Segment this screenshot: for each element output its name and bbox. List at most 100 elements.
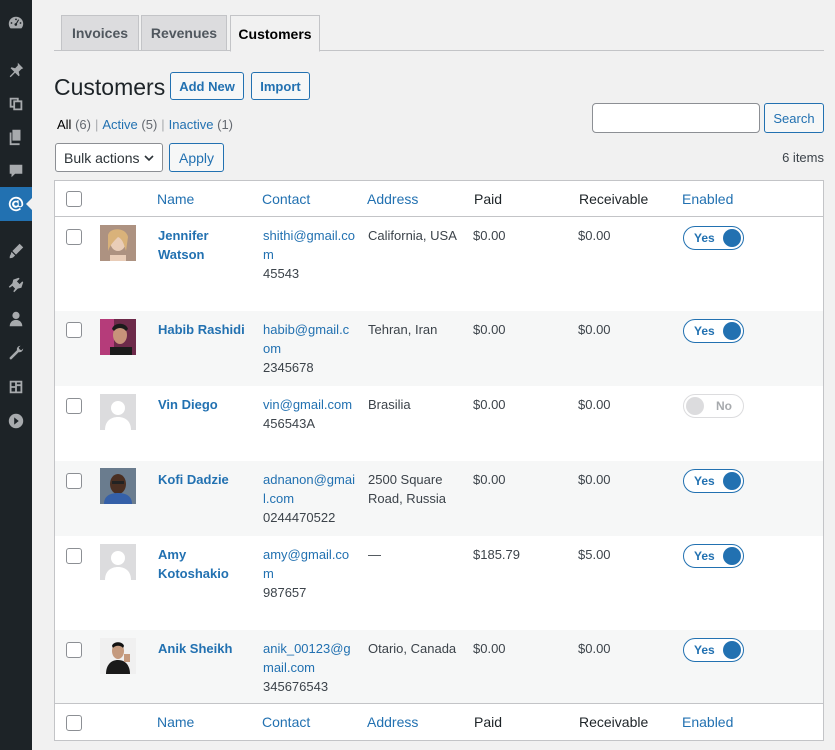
tab-customers[interactable]: Customers bbox=[230, 15, 320, 52]
avatar bbox=[100, 394, 136, 430]
avatar bbox=[100, 225, 136, 261]
enabled-toggle[interactable]: Yes bbox=[683, 469, 744, 493]
customer-email-link[interactable]: amy@gmail.com bbox=[263, 545, 355, 583]
customer-paid: $0.00 bbox=[473, 641, 506, 656]
customer-receivable: $0.00 bbox=[578, 397, 611, 412]
customer-name-link[interactable]: Kofi Dadzie bbox=[158, 470, 248, 489]
customer-address: — bbox=[368, 547, 381, 562]
column-enabled[interactable]: Enabled bbox=[682, 714, 733, 730]
plugins-icon[interactable] bbox=[0, 268, 32, 302]
customer-contact: shithi@gmail.com 45543 bbox=[263, 226, 355, 283]
column-contact[interactable]: Contact bbox=[262, 714, 310, 730]
customer-name-link[interactable]: Amy Kotoshakio bbox=[158, 545, 248, 583]
customer-phone: 45543 bbox=[263, 266, 300, 281]
column-paid: Paid bbox=[474, 191, 503, 207]
tools-icon[interactable] bbox=[0, 336, 32, 370]
customer-paid: $0.00 bbox=[473, 228, 506, 243]
chevron-down-icon bbox=[144, 155, 154, 162]
apply-button[interactable]: Apply bbox=[169, 143, 224, 172]
toggle-knob bbox=[723, 641, 741, 659]
customers-table: Name Contact Address Paid Receivable Ena… bbox=[54, 180, 824, 741]
column-enabled[interactable]: Enabled bbox=[682, 191, 733, 207]
row-checkbox[interactable] bbox=[66, 229, 82, 245]
row-checkbox[interactable] bbox=[66, 398, 82, 414]
tab-bar: Invoices Revenues Customers bbox=[54, 15, 824, 52]
customer-paid: $0.00 bbox=[473, 322, 506, 337]
customer-email-link[interactable]: shithi@gmail.com bbox=[263, 226, 355, 264]
customer-paid: $0.00 bbox=[473, 472, 506, 487]
toggle-knob bbox=[723, 322, 741, 340]
filter-all[interactable]: All (6) bbox=[57, 117, 91, 132]
pin-icon[interactable] bbox=[0, 53, 32, 87]
column-address[interactable]: Address bbox=[367, 714, 418, 730]
search-button[interactable]: Search bbox=[764, 103, 824, 133]
customer-phone: 456543A bbox=[263, 416, 316, 431]
row-checkbox[interactable] bbox=[66, 548, 82, 564]
users-icon[interactable] bbox=[0, 302, 32, 336]
customer-address: Brasilia bbox=[368, 397, 411, 412]
column-receivable: Receivable bbox=[579, 191, 649, 207]
column-paid: Paid bbox=[474, 714, 503, 730]
customer-address: California, USA bbox=[368, 228, 457, 243]
row-checkbox[interactable] bbox=[66, 322, 82, 338]
table-header: Name Contact Address Paid Receivable Ena… bbox=[55, 181, 823, 217]
column-contact[interactable]: Contact bbox=[262, 191, 310, 207]
customer-name-link[interactable]: Jennifer Watson bbox=[158, 226, 248, 264]
customer-email-link[interactable]: anik_00123@gmail.com bbox=[263, 639, 355, 677]
customer-address: 2500 Square Road, Russia bbox=[368, 472, 447, 506]
avatar bbox=[100, 468, 136, 504]
row-checkbox[interactable] bbox=[66, 642, 82, 658]
admin-sidebar bbox=[0, 0, 32, 750]
tab-revenues[interactable]: Revenues bbox=[141, 15, 227, 51]
filter-inactive[interactable]: Inactive (1) bbox=[169, 117, 233, 132]
select-all-checkbox[interactable] bbox=[66, 715, 82, 731]
customer-contact: anik_00123@gmail.com 345676543 bbox=[263, 639, 355, 696]
tab-invoices[interactable]: Invoices bbox=[61, 15, 139, 51]
enabled-toggle[interactable]: Yes bbox=[683, 226, 744, 250]
select-all-checkbox[interactable] bbox=[66, 191, 82, 207]
column-address[interactable]: Address bbox=[367, 191, 418, 207]
comments-icon[interactable] bbox=[0, 154, 32, 188]
customer-email-link[interactable]: adnanon@gmail.com bbox=[263, 470, 355, 508]
appearance-icon[interactable] bbox=[0, 234, 32, 268]
column-name[interactable]: Name bbox=[157, 714, 194, 730]
avatar bbox=[100, 319, 136, 355]
column-name[interactable]: Name bbox=[157, 191, 194, 207]
table-row: Amy Kotoshakio amy@gmail.com 987657 — $1… bbox=[55, 536, 823, 630]
enabled-toggle[interactable]: Yes bbox=[683, 319, 744, 343]
row-checkbox[interactable] bbox=[66, 473, 82, 489]
filter-active[interactable]: Active (5) bbox=[102, 117, 157, 132]
customer-name-link[interactable]: Vin Diego bbox=[158, 395, 248, 414]
pages-icon[interactable] bbox=[0, 120, 32, 154]
collapse-icon[interactable] bbox=[0, 404, 32, 438]
customer-paid: $0.00 bbox=[473, 397, 506, 412]
status-filters: All (6) | Active (5) | Inactive (1) bbox=[57, 117, 233, 132]
enabled-toggle[interactable]: Yes bbox=[683, 638, 744, 662]
table-row: Anik Sheikh anik_00123@gmail.com 3456765… bbox=[55, 630, 823, 705]
settings-icon[interactable] bbox=[0, 370, 32, 404]
customer-phone: 987657 bbox=[263, 585, 307, 600]
customer-phone: 345676543 bbox=[263, 679, 329, 694]
table-footer: Name Contact Address Paid Receivable Ena… bbox=[55, 703, 823, 740]
avatar bbox=[100, 638, 136, 674]
ever-accounting-icon[interactable] bbox=[0, 187, 32, 221]
customer-address: Tehran, Iran bbox=[368, 322, 438, 337]
customer-name-link[interactable]: Habib Rashidi bbox=[158, 320, 248, 339]
enabled-toggle[interactable]: Yes bbox=[683, 544, 744, 568]
table-row: Vin Diego vin@gmail.com 456543A Brasilia… bbox=[55, 386, 823, 461]
customer-contact: adnanon@gmail.com 0244470522 bbox=[263, 470, 355, 527]
page-title: Customers bbox=[54, 74, 166, 100]
dashboard-icon[interactable] bbox=[0, 6, 32, 40]
customer-email-link[interactable]: vin@gmail.com bbox=[263, 395, 355, 414]
search-input[interactable] bbox=[592, 103, 760, 133]
customer-name-link[interactable]: Anik Sheikh bbox=[158, 639, 248, 658]
enabled-toggle[interactable]: No bbox=[683, 394, 744, 418]
import-button[interactable]: Import bbox=[251, 72, 310, 100]
add-new-button[interactable]: Add New bbox=[170, 72, 244, 100]
bulk-actions-select[interactable]: Bulk actions bbox=[55, 143, 163, 172]
media-icon[interactable] bbox=[0, 87, 32, 121]
customer-email-link[interactable]: habib@gmail.com bbox=[263, 320, 355, 358]
table-row: Kofi Dadzie adnanon@gmail.com 0244470522… bbox=[55, 461, 823, 536]
customer-receivable: $5.00 bbox=[578, 547, 611, 562]
customer-receivable: $0.00 bbox=[578, 322, 611, 337]
